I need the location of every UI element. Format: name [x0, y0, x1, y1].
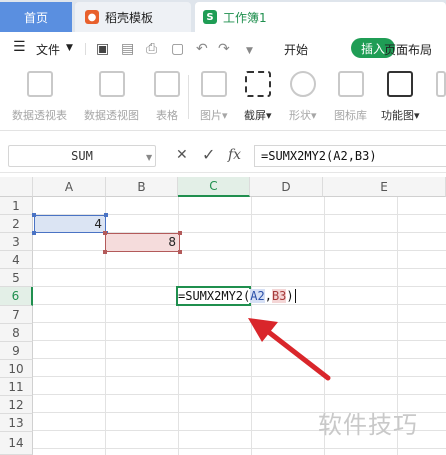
- formula-input[interactable]: =SUMX2MY2(A2,B3): [254, 145, 446, 167]
- pivot-chart-button[interactable]: 数据透视图: [84, 63, 139, 130]
- formula-separator: ,: [264, 289, 272, 303]
- icon-library-label: 图标库: [334, 109, 367, 122]
- picture-label: 图片▾: [200, 109, 228, 122]
- print-icon[interactable]: ⎙: [146, 42, 157, 56]
- screenshot-button[interactable]: 截屏▾: [244, 63, 272, 130]
- row-header[interactable]: 12: [0, 396, 33, 414]
- picture-icon: [200, 71, 227, 97]
- range-handle[interactable]: [178, 231, 182, 235]
- tab-workbook[interactable]: S 工作簿1: [195, 2, 446, 32]
- pivot-chart-icon: [98, 71, 125, 97]
- chevron-down-icon[interactable]: ▼: [146, 153, 152, 162]
- row-header[interactable]: 7: [0, 306, 33, 324]
- cell-b3[interactable]: 8: [105, 233, 180, 252]
- table-label: 表格: [156, 109, 178, 122]
- row-header[interactable]: 2: [0, 215, 33, 233]
- tab-docer-label: 稻壳模板: [105, 10, 154, 25]
- range-handle[interactable]: [32, 213, 36, 217]
- redo-icon[interactable]: ↷: [218, 42, 230, 56]
- row-header[interactable]: 9: [0, 342, 33, 360]
- cancel-icon[interactable]: ✕: [176, 147, 188, 163]
- pivot-chart-label: 数据透视图: [84, 109, 139, 122]
- annotation-arrow-icon: [248, 318, 331, 381]
- cell-a2[interactable]: 4: [34, 215, 106, 233]
- formula-ref-a2: A2: [250, 289, 265, 303]
- print-preview-icon[interactable]: ▢: [171, 42, 184, 56]
- row-header-active[interactable]: 6: [0, 287, 33, 306]
- select-all-corner[interactable]: [0, 177, 33, 197]
- table-button[interactable]: 表格: [154, 63, 180, 130]
- row-header[interactable]: 3: [0, 233, 33, 251]
- arrow-shaft: [263, 327, 331, 381]
- tab-bar: 首页 ● 稻壳模板 S 工作簿1: [0, 0, 446, 32]
- column-header-e[interactable]: E: [323, 177, 446, 197]
- range-handle[interactable]: [103, 250, 107, 254]
- icon-library-icon: [337, 71, 364, 97]
- shapes-button[interactable]: 形状▾: [289, 63, 317, 130]
- row-header[interactable]: 14: [0, 432, 33, 455]
- column-header-c[interactable]: C: [178, 177, 250, 197]
- range-handle[interactable]: [103, 231, 107, 235]
- shapes-icon: [289, 71, 316, 97]
- hamburger-icon[interactable]: ☰: [13, 39, 26, 55]
- row-header[interactable]: 5: [0, 269, 33, 287]
- divider: [85, 43, 86, 55]
- shapes-label: 形状▾: [289, 109, 317, 122]
- function-chart-label: 功能图▾: [381, 109, 420, 122]
- formula-prefix: =SUMX2MY2(: [178, 289, 251, 303]
- sheet-icon: S: [203, 10, 217, 24]
- menu-start[interactable]: 开始: [284, 41, 308, 58]
- row-header[interactable]: 13: [0, 414, 33, 432]
- formula-bar: SUM ▼ ✕ ✓ fx =SUMX2MY2(A2,B3): [0, 140, 446, 173]
- pivot-table-icon: [26, 71, 53, 97]
- chevron-down-icon[interactable]: ▼: [66, 43, 73, 53]
- row-header[interactable]: 10: [0, 360, 33, 378]
- tab-docer[interactable]: ● 稻壳模板: [75, 2, 191, 32]
- picture-button[interactable]: 图片▾: [200, 63, 228, 130]
- formula-ref-b3: B3: [271, 289, 287, 303]
- table-icon: [154, 71, 180, 97]
- pivot-table-button[interactable]: 数据透视表: [12, 63, 67, 130]
- screenshot-label: 截屏▾: [244, 109, 272, 122]
- export-pdf-icon[interactable]: ▤: [121, 42, 134, 56]
- menu-page-layout[interactable]: 页面布局: [384, 41, 432, 58]
- row-header[interactable]: 8: [0, 324, 33, 342]
- cell-c6-formula[interactable]: =SUMX2MY2(A2,B3): [178, 289, 296, 303]
- icon-library-button[interactable]: 图标库: [334, 63, 367, 130]
- insert-function-icon[interactable]: fx: [228, 147, 241, 163]
- docer-icon: ●: [85, 10, 99, 24]
- tab-home-label: 首页: [23, 10, 48, 25]
- more-icon: [436, 71, 446, 97]
- save-icon[interactable]: ▣: [96, 42, 109, 56]
- menu-file[interactable]: 文件: [36, 41, 60, 58]
- column-header-d[interactable]: D: [250, 177, 323, 197]
- tab-home[interactable]: 首页: [0, 2, 72, 32]
- tab-workbook-label: 工作簿1: [223, 10, 267, 25]
- quick-access-dropdown-icon[interactable]: ▼: [246, 44, 253, 58]
- column-header-b[interactable]: B: [106, 177, 178, 197]
- range-handle[interactable]: [32, 231, 36, 235]
- formula-suffix: ): [286, 289, 294, 303]
- range-handle[interactable]: [104, 213, 108, 217]
- more-button[interactable]: [436, 63, 446, 130]
- divider: [188, 75, 189, 119]
- menu-bar: ☰ 文件 ▼ ▣ ▤ ⎙ ▢ ↶ ↷ ▼ 开始 插入 页面布局: [0, 33, 446, 63]
- row-header[interactable]: 11: [0, 378, 33, 396]
- range-handle[interactable]: [178, 250, 182, 254]
- name-box[interactable]: SUM: [8, 145, 156, 167]
- undo-icon[interactable]: ↶: [196, 42, 208, 56]
- ribbon: 数据透视表 数据透视图 表格 图片▾ 截屏▾ 形状▾ 图标库 功能图▾: [0, 63, 446, 131]
- function-chart-icon: [387, 71, 414, 97]
- text-cursor: [294, 289, 296, 303]
- column-header-a[interactable]: A: [33, 177, 106, 197]
- function-chart-button[interactable]: 功能图▾: [381, 63, 420, 130]
- watermark-text: 软件技巧: [318, 411, 418, 439]
- pivot-table-label: 数据透视表: [12, 109, 67, 122]
- confirm-icon[interactable]: ✓: [202, 145, 215, 164]
- screenshot-icon: [244, 71, 271, 97]
- row-header[interactable]: 1: [0, 197, 33, 215]
- row-header[interactable]: 4: [0, 251, 33, 269]
